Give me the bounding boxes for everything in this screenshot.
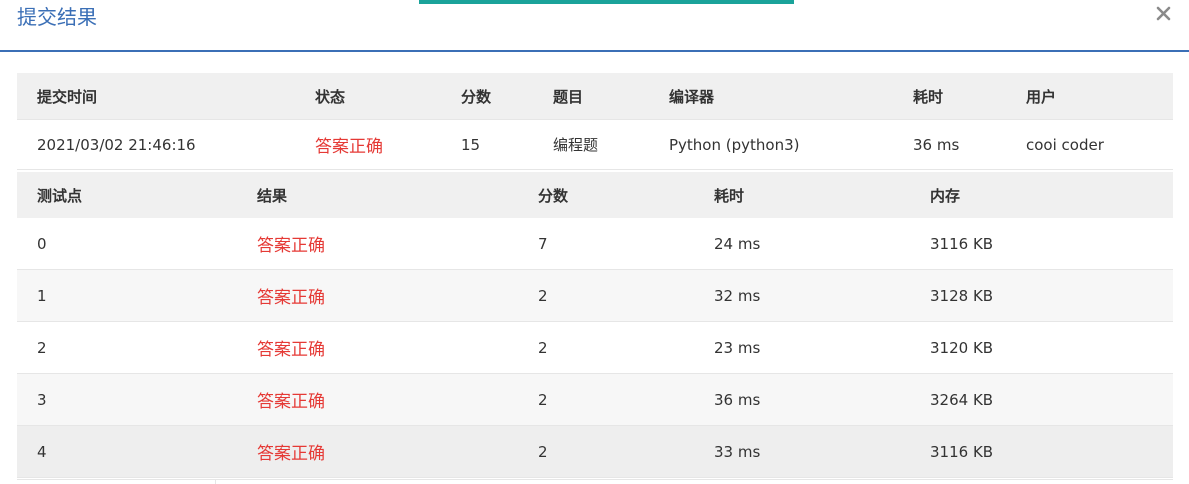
case-score: 2 xyxy=(538,442,548,461)
submission-cost: 36 ms xyxy=(913,135,960,154)
case-id: 4 xyxy=(37,442,47,461)
cases-header-id: 测试点 xyxy=(37,186,83,205)
case-score: 2 xyxy=(538,286,548,305)
close-icon[interactable] xyxy=(1152,2,1176,26)
summary-row: 2021/03/02 21:46:16 答案正确 15 编程题 Python (… xyxy=(17,119,1173,170)
case-result: 答案正确 xyxy=(257,444,325,464)
table-row: 0 答案正确 7 24 ms 3116 KB xyxy=(17,218,1173,270)
case-result: 答案正确 xyxy=(257,340,325,360)
case-memory: 3128 KB xyxy=(930,286,994,305)
case-id: 3 xyxy=(37,390,47,409)
submission-score: 15 xyxy=(461,135,481,154)
table-bottom-border xyxy=(17,479,1173,480)
submission-compiler: Python (python3) xyxy=(669,135,800,154)
submission-problem[interactable]: 编程题 xyxy=(553,120,598,169)
submission-summary-table: 提交时间 状态 分数 题目 编译器 耗时 用户 2021/03/02 21:46… xyxy=(17,73,1173,170)
case-memory: 3264 KB xyxy=(930,390,994,409)
summary-header-problem: 题目 xyxy=(553,87,584,106)
summary-header-compiler: 编译器 xyxy=(669,87,715,106)
case-result: 答案正确 xyxy=(257,288,325,308)
case-result: 答案正确 xyxy=(257,392,325,412)
case-score: 7 xyxy=(538,234,548,253)
table-row: 2 答案正确 2 23 ms 3120 KB xyxy=(17,322,1173,374)
table-row: 3 答案正确 2 36 ms 3264 KB xyxy=(17,374,1173,426)
case-memory: 3116 KB xyxy=(930,442,994,461)
summary-header-cost: 耗时 xyxy=(913,87,944,106)
case-result: 答案正确 xyxy=(257,236,325,256)
summary-header-status: 状态 xyxy=(315,87,346,106)
cases-header-result: 结果 xyxy=(257,186,288,205)
case-memory: 3120 KB xyxy=(930,338,994,357)
summary-header-score: 分数 xyxy=(461,87,492,106)
summary-header-user: 用户 xyxy=(1026,87,1057,106)
summary-header-row: 提交时间 状态 分数 题目 编译器 耗时 用户 xyxy=(17,73,1173,119)
case-id: 0 xyxy=(37,234,47,253)
case-id: 2 xyxy=(37,338,47,357)
case-score: 2 xyxy=(538,338,548,357)
table-row: 4 答案正确 2 33 ms 3116 KB xyxy=(17,426,1173,478)
cases-header-time: 耗时 xyxy=(714,186,745,205)
case-memory: 3116 KB xyxy=(930,234,994,253)
submission-time: 2021/03/02 21:46:16 xyxy=(37,135,196,154)
submission-status: 答案正确 xyxy=(315,137,383,157)
case-time: 32 ms xyxy=(714,286,761,305)
cases-header-memory: 内存 xyxy=(930,186,961,205)
title-divider xyxy=(0,50,1189,52)
case-id: 1 xyxy=(37,286,47,305)
case-time: 33 ms xyxy=(714,442,761,461)
summary-header-time: 提交时间 xyxy=(37,87,98,106)
case-time: 23 ms xyxy=(714,338,761,357)
table-bottom-divider xyxy=(215,479,216,484)
test-case-table: 测试点 结果 分数 耗时 内存 0 答案正确 7 24 ms 3116 KB 1… xyxy=(17,172,1173,478)
dialog-title: 提交结果 xyxy=(17,5,97,29)
cases-header-score: 分数 xyxy=(538,186,569,205)
case-time: 36 ms xyxy=(714,390,761,409)
submission-user[interactable]: cooi coder xyxy=(1026,120,1104,169)
case-time: 24 ms xyxy=(714,234,761,253)
case-score: 2 xyxy=(538,390,548,409)
table-row: 1 答案正确 2 32 ms 3128 KB xyxy=(17,270,1173,322)
cases-header-row: 测试点 结果 分数 耗时 内存 xyxy=(17,172,1173,218)
top-accent-bar xyxy=(419,0,794,4)
